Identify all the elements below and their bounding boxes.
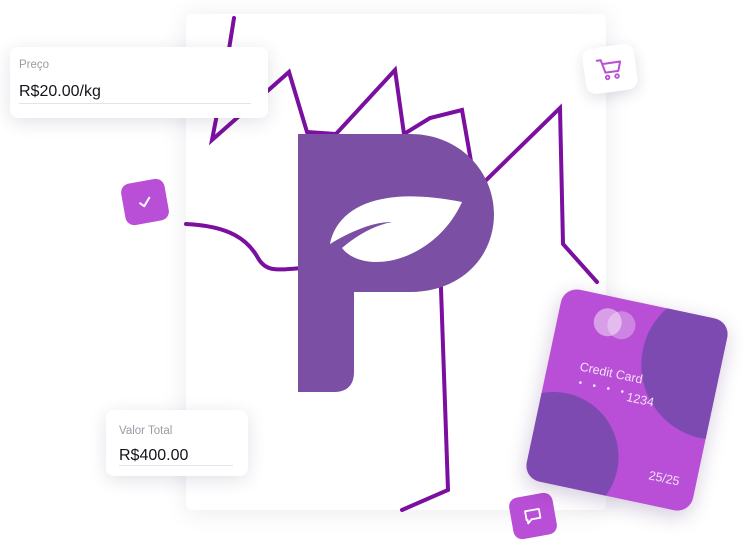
- check-badge: [119, 177, 171, 227]
- illustration-stage: Preço R$20.00/kg Valor Total R$400.00 Cr…: [0, 0, 749, 547]
- total-label: Valor Total: [119, 425, 173, 437]
- total-value: R$400.00: [119, 447, 189, 464]
- curve-line: [184, 222, 304, 272]
- chat-badge: [507, 491, 559, 541]
- leaf-p-logo-icon: [298, 134, 494, 392]
- price-value: R$20.00/kg: [19, 83, 101, 100]
- lower-line: [400, 258, 451, 512]
- cart-badge: [581, 42, 639, 96]
- check-icon: [139, 196, 151, 208]
- card-expiry: 25/25: [647, 468, 681, 489]
- price-label: Preço: [19, 59, 50, 71]
- shopping-cart-icon: [595, 59, 622, 81]
- chat-bubble-icon: [524, 507, 542, 525]
- price-card: Preço R$20.00/kg: [10, 47, 268, 118]
- price-underline: [19, 103, 251, 104]
- total-card: Valor Total R$400.00: [106, 410, 248, 476]
- total-underline: [119, 465, 233, 466]
